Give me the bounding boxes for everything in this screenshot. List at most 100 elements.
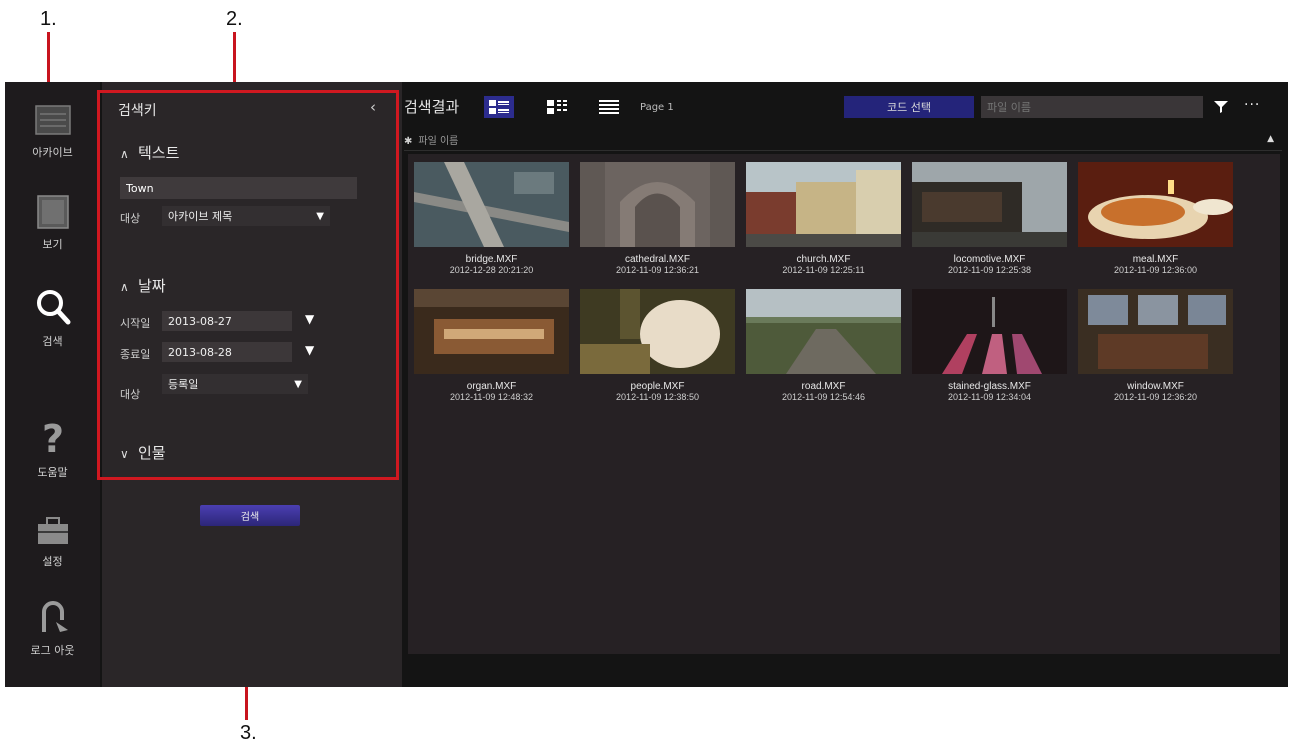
nav-help-label: 도움말	[37, 466, 68, 479]
text-section-toggle[interactable]: ∧ 텍스트	[120, 142, 179, 163]
code-select-button[interactable]: 코드 선택	[844, 96, 974, 118]
thumbnail-date: 2012-11-09 12:54:46	[782, 392, 865, 402]
thumbnail-date: 2012-11-09 12:36:20	[1114, 392, 1197, 402]
nav-view[interactable]: 보기	[5, 194, 100, 252]
nav-view-label: 보기	[42, 238, 63, 251]
date-section-toggle[interactable]: ∧ 날짜	[120, 275, 166, 296]
text-target-value: 아카이브 제목	[168, 210, 233, 223]
svg-text:?: ?	[41, 418, 63, 458]
text-target-label: 대상	[120, 212, 141, 225]
date-target-value: 등록일	[168, 378, 199, 391]
toolbox-icon	[37, 517, 68, 544]
thumbnail-name: people.MXF	[630, 381, 685, 392]
nav-settings-label: 설정	[42, 555, 63, 568]
results-title: 검색결과	[404, 98, 460, 116]
nav-logout[interactable]: 로그 아웃	[5, 600, 100, 658]
sort-up-arrow-icon[interactable]: ▲	[1267, 134, 1274, 144]
start-date-dropdown-icon[interactable]: ▼	[305, 312, 314, 326]
nav-search[interactable]: 검색	[5, 287, 100, 349]
thumbnail-item-cathedral[interactable]: cathedral.MXF 2012-11-09 12:36:21	[580, 162, 735, 275]
thumbnail-item-meal[interactable]: meal.MXF 2012-11-09 12:36:00	[1078, 162, 1233, 275]
thumbnail-item-people[interactable]: people.MXF 2012-11-09 12:38:50	[580, 289, 735, 402]
thumbnail-image	[414, 162, 569, 247]
thumbnail-item-locomotive[interactable]: locomotive.MXF 2012-11-09 12:25:38	[912, 162, 1067, 275]
nav-help[interactable]: ? 도움말	[5, 418, 100, 480]
filter-icon[interactable]	[1212, 98, 1230, 114]
end-date-label: 종료일	[120, 348, 151, 361]
date-target-label: 대상	[120, 388, 141, 401]
search-panel: 검색키 ‹ ∧ 텍스트 대상 아카이브 제목 ▼ ∧ 날짜 시작일 2013-08-…	[102, 82, 402, 687]
nav-logout-label: 로그 아웃	[30, 644, 75, 657]
thumbnail-date: 2012-11-09 12:36:00	[1114, 265, 1197, 275]
list-view-icon	[599, 100, 619, 114]
search-icon	[36, 290, 70, 325]
nav-rail: 아카이브 보기 검색 ? 도움말 설정 로그 아웃	[5, 82, 100, 687]
thumbnail-name: locomotive.MXF	[953, 254, 1026, 265]
archive-icon	[34, 105, 71, 135]
thumbnail-image	[580, 289, 735, 374]
thumbnail-date: 2012-11-09 12:34:04	[948, 392, 1031, 402]
dropdown-arrow-icon: ▼	[294, 378, 302, 390]
text-section-heading: 텍스트	[138, 144, 180, 162]
sort-label: 파일 이름	[418, 136, 459, 147]
thumbnail-image	[746, 289, 901, 374]
thumbnail-image	[912, 162, 1067, 247]
thumbnail-item-church[interactable]: church.MXF 2012-11-09 12:25:11	[746, 162, 901, 275]
thumbnail-image	[746, 162, 901, 247]
thumbnail-name: church.MXF	[796, 254, 851, 265]
help-icon: ?	[41, 418, 63, 458]
callout-2: 2.	[226, 8, 243, 30]
thumbnail-item-window[interactable]: window.MXF 2012-11-09 12:36:20	[1078, 289, 1233, 402]
person-section-heading: 인물	[138, 444, 166, 462]
filter-input[interactable]	[981, 96, 1203, 118]
thumbnail-date: 2012-12-28 20:21:20	[449, 265, 534, 275]
page-indicator: Page 1	[640, 102, 674, 113]
end-date-field[interactable]: 2013-08-28	[162, 342, 292, 362]
thumbnail-date: 2012-11-09 12:25:38	[948, 265, 1031, 275]
thumbnail-item-stained-glass[interactable]: stained-glass.MXF 2012-11-09 12:34:04	[912, 289, 1067, 402]
date-section-heading: 날짜	[138, 277, 166, 295]
thumbnail-image	[1078, 289, 1233, 374]
thumbnail-image	[414, 289, 569, 374]
thumbnail-name: road.MXF	[801, 381, 846, 392]
view-list-thumb-button[interactable]	[484, 96, 514, 118]
view-list-button[interactable]	[594, 96, 624, 118]
more-icon[interactable]: ···	[1244, 97, 1260, 113]
thumbnail-name: organ.MXF	[466, 381, 517, 392]
chevron-up-icon: ∧	[120, 280, 129, 294]
dropdown-arrow-icon: ▼	[316, 210, 324, 222]
list-thumb-view-icon	[489, 100, 509, 114]
thumbnail-grid: bridge.MXF 2012-12-28 20:21:20 cathedral…	[408, 154, 1280, 654]
sort-star-icon: ✱	[404, 136, 413, 147]
nav-archive-label: 아카이브	[32, 146, 73, 159]
view-grid-button[interactable]	[542, 96, 572, 118]
start-date-field[interactable]: 2013-08-27	[162, 311, 292, 331]
thumbnail-date: 2012-11-09 12:36:21	[616, 265, 699, 275]
search-panel-title: 검색키	[118, 103, 157, 119]
nav-settings[interactable]: 설정	[5, 515, 100, 569]
sort-row[interactable]: ✱ 파일 이름 ▲	[404, 132, 1282, 151]
grid-view-icon	[547, 100, 567, 114]
callout-1: 1.	[40, 8, 57, 30]
text-target-select[interactable]: 아카이브 제목 ▼	[162, 206, 330, 226]
chevron-up-icon: ∧	[120, 147, 129, 161]
thumbnail-item-organ[interactable]: organ.MXF 2012-11-09 12:48:32	[414, 289, 569, 402]
nav-archive[interactable]: 아카이브	[5, 102, 100, 160]
nav-search-label: 검색	[42, 335, 63, 348]
date-target-select[interactable]: 등록일 ▼	[162, 374, 308, 394]
person-section-toggle[interactable]: ∨ 인물	[120, 442, 166, 463]
keyword-input[interactable]	[120, 177, 357, 199]
results-area: 검색결과 Page 1 코드 선택 ···	[404, 82, 1288, 687]
thumbnail-date: 2012-11-09 12:48:32	[450, 392, 533, 402]
thumbnail-item-bridge[interactable]: bridge.MXF 2012-12-28 20:21:20	[414, 162, 569, 275]
search-button[interactable]: 검색	[200, 505, 300, 526]
collapse-panel-button[interactable]: ‹	[370, 98, 376, 116]
end-date-dropdown-icon[interactable]: ▼	[305, 343, 314, 357]
start-date-label: 시작일	[120, 317, 151, 330]
thumbnail-item-road[interactable]: road.MXF 2012-11-09 12:54:46	[746, 289, 901, 402]
thumbnail-name: bridge.MXF	[465, 254, 518, 265]
thumbnail-image	[1078, 162, 1233, 247]
thumbnail-image	[912, 289, 1067, 374]
thumbnail-name: stained-glass.MXF	[948, 381, 1031, 392]
logout-icon	[41, 601, 68, 632]
